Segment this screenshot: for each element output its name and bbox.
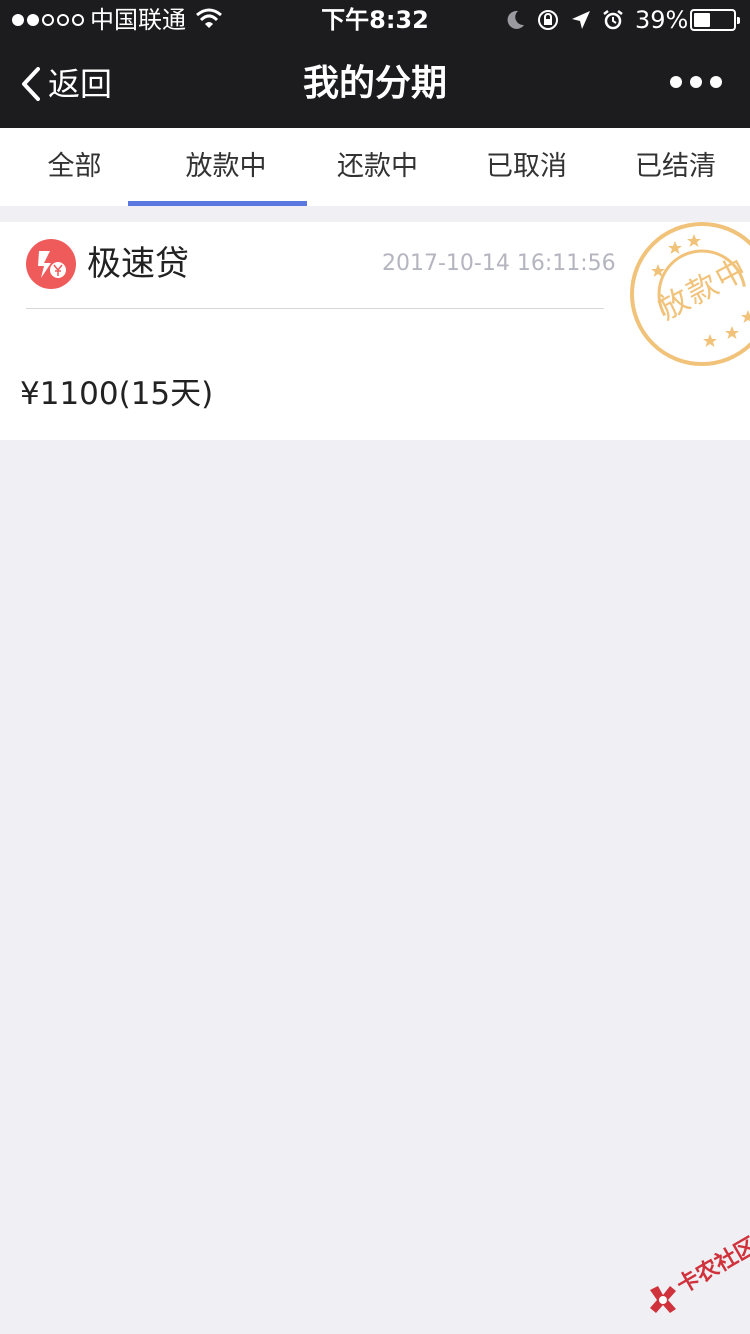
more-options-button[interactable] — [670, 76, 722, 88]
watermark: 卡农社区 — [644, 1233, 750, 1322]
battery-level — [694, 13, 710, 27]
tab-settled[interactable]: 已结清 — [601, 128, 750, 206]
watermark-text: 卡农社区 — [672, 1233, 750, 1299]
top-bar: 中国联通 下午8:32 39% 返回 我的分期 — [0, 0, 750, 128]
more-dot-icon — [670, 76, 682, 88]
loan-card[interactable]: 极速贷 2017-10-14 16:11:56 ¥1100(15天) 放款中 — [0, 222, 750, 440]
page-title: 我的分期 — [302, 63, 447, 104]
more-dot-icon — [710, 76, 722, 88]
more-dot-icon — [690, 76, 702, 88]
location-arrow-icon — [572, 11, 590, 29]
product-logo-icon — [26, 239, 76, 289]
status-bar: 中国联通 下午8:32 39% — [0, 0, 750, 40]
status-icons — [504, 8, 624, 32]
status-stamp: 放款中 — [628, 222, 750, 370]
navigation-bar: 返回 我的分期 — [0, 40, 750, 128]
watermark-logo-icon — [650, 1286, 676, 1313]
status-tabs: 全部 放款中 还款中 已取消 已结清 — [0, 128, 750, 206]
tab-cancelled[interactable]: 已取消 — [452, 128, 601, 206]
tab-repaying[interactable]: 还款中 — [303, 128, 452, 206]
tab-all[interactable]: 全部 — [0, 128, 149, 206]
loan-amount: ¥1100(15天) — [20, 376, 214, 412]
tab-disbursing[interactable]: 放款中 — [128, 128, 307, 206]
divider — [26, 308, 604, 309]
product-name: 极速贷 — [87, 244, 189, 284]
moon-icon — [507, 10, 524, 29]
application-datetime: 2017-10-14 16:11:56 — [382, 251, 616, 276]
alarm-icon — [603, 10, 623, 30]
rotation-lock-icon — [538, 10, 558, 30]
battery-percentage: 39% — [635, 6, 689, 34]
battery-icon — [690, 9, 740, 31]
